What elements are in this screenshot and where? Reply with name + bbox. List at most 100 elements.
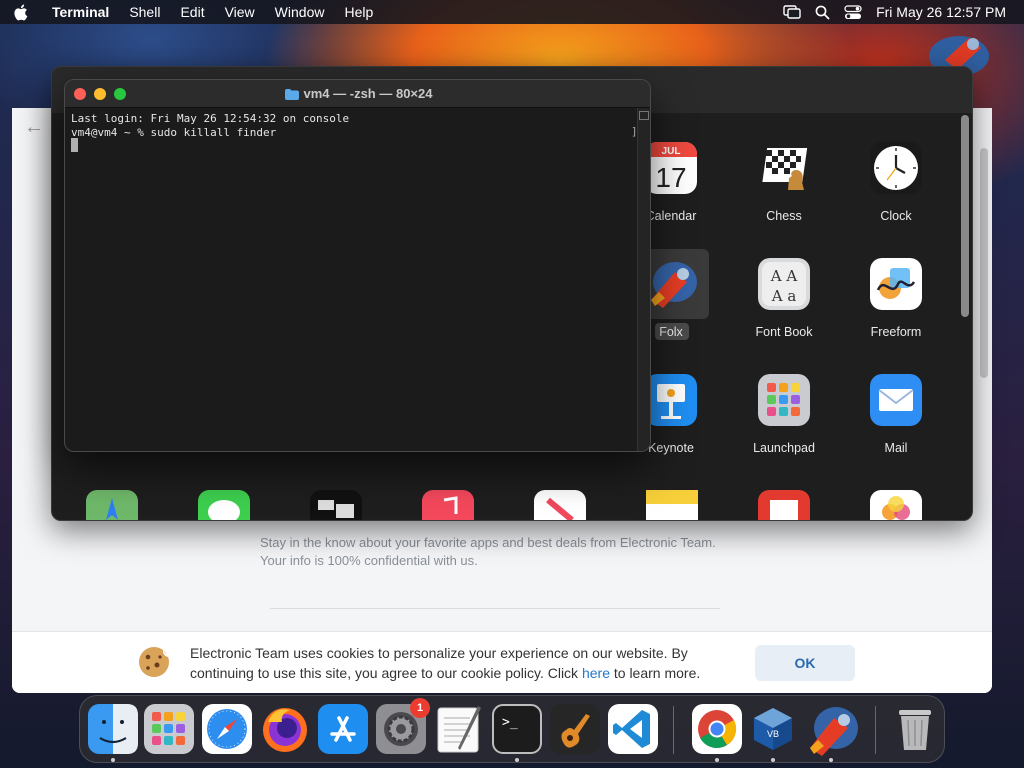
finder-icon: [88, 704, 138, 754]
dock-vscode[interactable]: [608, 704, 658, 754]
notification-badge: 1: [410, 698, 430, 718]
menu-edit[interactable]: Edit: [180, 4, 204, 20]
terminal-cursor: [71, 138, 78, 152]
dock: 1 >_ VB: [79, 695, 945, 763]
newsletter-privacy-text: Your info is 100% confidential with us.: [260, 553, 478, 568]
dock-launchpad[interactable]: [144, 704, 194, 754]
safari-icon: [202, 704, 252, 754]
chess-icon: [758, 142, 810, 194]
terminal-window: vm4 — -zsh — 80×24 Last login: Fri May 2…: [64, 79, 651, 452]
terminal-scrollbar[interactable]: [637, 108, 650, 451]
vscode-icon: [608, 704, 658, 754]
music-icon[interactable]: [422, 490, 474, 520]
cookie-banner: Electronic Team uses cookies to personal…: [12, 631, 992, 693]
dock-running-indicator: [515, 758, 519, 762]
dock-running-indicator: [829, 758, 833, 762]
screen-mirroring-icon[interactable]: [783, 5, 801, 19]
app-font-book[interactable]: A A A a Font Book: [729, 258, 839, 358]
menu-help[interactable]: Help: [344, 4, 373, 20]
terminal-line-login: Last login: Fri May 26 12:54:32 on conso…: [71, 112, 350, 125]
browser-scrollbar[interactable]: [980, 148, 988, 378]
control-center-icon[interactable]: [844, 4, 862, 20]
calendar-month: JUL: [662, 146, 681, 157]
menu-view[interactable]: View: [225, 4, 255, 20]
trash-icon: [899, 710, 931, 750]
dock-virtualbox[interactable]: VB: [748, 704, 798, 754]
cookie-text-after: to learn more.: [609, 665, 701, 681]
dock-trash[interactable]: [890, 704, 940, 754]
dock-garageband[interactable]: [550, 704, 600, 754]
cookie-policy-link[interactable]: here: [582, 665, 610, 681]
app-label: Freeform: [870, 325, 922, 339]
svg-text:VB: VB: [767, 729, 779, 739]
terminal-icon: >_: [492, 704, 542, 754]
dock-separator: [875, 706, 876, 754]
newsletter-text: Stay in the know about your favorite app…: [260, 535, 716, 550]
terminal-prompt-glyph: >_: [502, 715, 518, 730]
svg-text:A a: A a: [771, 287, 797, 305]
terminal-title-text: vm4 — -zsh — 80×24: [303, 86, 433, 101]
notes-icon[interactable]: [646, 490, 698, 520]
dock-textedit[interactable]: [434, 704, 484, 754]
app-label: Font Book: [755, 325, 813, 339]
menu-window[interactable]: Window: [275, 4, 325, 20]
cookie-icon: [137, 645, 171, 684]
dock-folx[interactable]: [804, 704, 858, 756]
firefox-icon: [263, 708, 307, 752]
cookie-ok-button[interactable]: OK: [755, 645, 855, 681]
folx-icon: [645, 258, 697, 310]
app-launchpad[interactable]: Launchpad: [729, 374, 839, 474]
newsletter-divider: [270, 608, 720, 609]
dock-running-indicator: [111, 758, 115, 762]
dock-finder[interactable]: [88, 704, 138, 754]
menu-shell[interactable]: Shell: [129, 4, 160, 20]
app-chess[interactable]: Chess: [729, 142, 839, 242]
dock-safari[interactable]: [202, 704, 252, 754]
terminal-output[interactable]: Last login: Fri May 26 12:54:32 on conso…: [71, 112, 349, 140]
app-label: Chess: [766, 209, 802, 223]
photo-booth-icon[interactable]: [758, 490, 810, 520]
mission-control-icon[interactable]: [310, 490, 362, 520]
terminal-title: vm4 — -zsh — 80×24: [65, 86, 650, 103]
finder-scrollbar[interactable]: [961, 115, 969, 317]
dock-separator: [673, 706, 674, 754]
dock-app-store[interactable]: [318, 704, 368, 754]
app-freeform[interactable]: Freeform: [841, 258, 951, 358]
app-clock[interactable]: Clock: [841, 142, 951, 242]
app-mail[interactable]: Mail: [841, 374, 951, 474]
launchpad-icon: [144, 704, 194, 754]
virtualbox-icon: VB: [754, 708, 792, 750]
photos-icon[interactable]: [870, 490, 922, 520]
back-arrow-icon[interactable]: ←: [24, 116, 44, 139]
chrome-icon: [692, 704, 742, 754]
clock-icon: [870, 142, 922, 194]
app-label: Launchpad: [753, 441, 815, 455]
launchpad-icon: [758, 374, 810, 426]
svg-text:A A: A A: [770, 267, 798, 285]
folx-icon: [810, 707, 858, 756]
messages-icon[interactable]: [198, 490, 250, 520]
dock-system-settings[interactable]: 1: [376, 698, 430, 754]
font-book-icon: A A A a: [758, 258, 810, 310]
terminal-split-button[interactable]: [639, 111, 649, 120]
dock-terminal[interactable]: >_: [492, 704, 542, 754]
dock-running-indicator: [771, 758, 775, 762]
menu-bar: Terminal Shell Edit View Window Help Fri…: [0, 0, 1024, 24]
dock-running-indicator: [715, 758, 719, 762]
dock-firefox[interactable]: [260, 704, 310, 754]
apple-menu-icon[interactable]: [14, 3, 30, 21]
maps-icon[interactable]: [86, 490, 138, 520]
spotlight-search-icon[interactable]: [815, 5, 830, 20]
app-label: Mail: [884, 441, 908, 455]
news-icon[interactable]: [534, 490, 586, 520]
textedit-icon: [437, 706, 481, 753]
folder-icon: [284, 88, 299, 103]
dock-chrome[interactable]: [692, 704, 742, 754]
calendar-day: 17: [655, 162, 686, 193]
menu-app-name[interactable]: Terminal: [52, 4, 109, 20]
app-store-icon: [318, 704, 368, 754]
calendar-icon: JUL 17: [645, 142, 697, 194]
keynote-icon: [645, 374, 697, 426]
menubar-clock[interactable]: Fri May 26 12:57 PM: [876, 4, 1006, 20]
app-label: Clock: [880, 209, 912, 223]
